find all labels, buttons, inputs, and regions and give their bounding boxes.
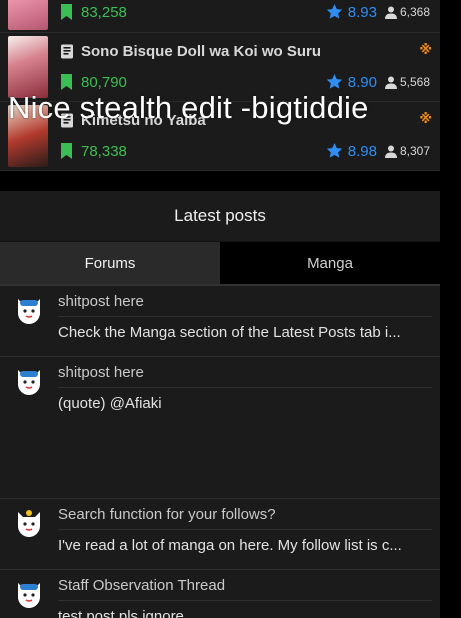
latest-posts-panel: Latest posts Forums Manga shitpost here … [0,191,440,618]
overlay-caption: Nice stealth edit -bigtiddie [8,90,369,125]
star-icon [326,143,342,158]
follow-count: 80,790 [81,73,127,91]
bookmark-icon [61,4,72,20]
latest-posts-header: Latest posts [0,191,440,242]
manga-stats: 80,790 8.90 5,568 [60,72,430,92]
hot-icon: ※ [419,42,432,57]
rating-value: 8.98 [347,142,377,160]
follow-count: 78,338 [81,142,127,160]
post-item[interactable]: Staff Observation Thread test post pls i… [0,570,440,618]
book-icon [61,44,73,58]
manga-title[interactable]: Sono Bisque Doll wa Koi wo Suru [81,43,321,60]
post-title[interactable]: shitpost here [58,286,432,317]
manga-row[interactable]: 83,258 8.93 6,368 [0,0,440,33]
follow-count: 83,258 [81,3,127,21]
star-icon [326,74,342,89]
rating-value: 8.93 [347,3,377,21]
cat-avatar-icon [18,583,40,608]
post-item[interactable]: shitpost here Check the Manga section of… [0,286,440,357]
post-title[interactable]: Staff Observation Thread [58,570,432,601]
manga-list: 83,258 8.93 6,368 Sono Bisque Doll wa Ko… [0,0,440,171]
bookmark-icon [61,143,72,159]
post-item[interactable]: Search function for your follows? I've r… [0,499,440,570]
hot-icon: ※ [419,111,432,126]
manga-stats: 78,338 8.98 8,307 [60,141,430,161]
post-excerpt[interactable]: test post pls ignore [58,601,432,618]
cat-avatar-icon [18,299,40,324]
rating-value: 8.90 [347,73,377,91]
post-title[interactable]: shitpost here [58,357,432,388]
cat-avatar-icon [18,510,40,537]
view-count: 8,307 [399,144,430,158]
latest-posts-tabs: Forums Manga [0,242,440,284]
tab-manga[interactable]: Manga [220,242,440,284]
post-excerpt[interactable]: (quote) @Afiaki [58,388,432,412]
post-list: shitpost here Check the Manga section of… [0,284,440,618]
view-count: 6,368 [399,5,430,19]
bookmark-icon [61,74,72,90]
cat-avatar-icon [18,370,40,395]
user-icon [384,145,397,158]
post-excerpt[interactable]: Check the Manga section of the Latest Po… [58,317,432,341]
manga-cover[interactable] [8,0,48,30]
manga-cover[interactable] [8,36,48,98]
star-icon [326,4,342,19]
post-excerpt[interactable]: I've read a lot of manga on here. My fol… [58,530,432,554]
view-count: 5,568 [399,75,430,89]
post-title[interactable]: Search function for your follows? [58,499,432,530]
user-icon [384,76,397,89]
user-icon [384,6,397,19]
post-item[interactable]: shitpost here (quote) @Afiaki [0,357,440,499]
manga-stats: 83,258 8.93 6,368 [60,2,430,22]
tab-forums[interactable]: Forums [0,242,220,284]
